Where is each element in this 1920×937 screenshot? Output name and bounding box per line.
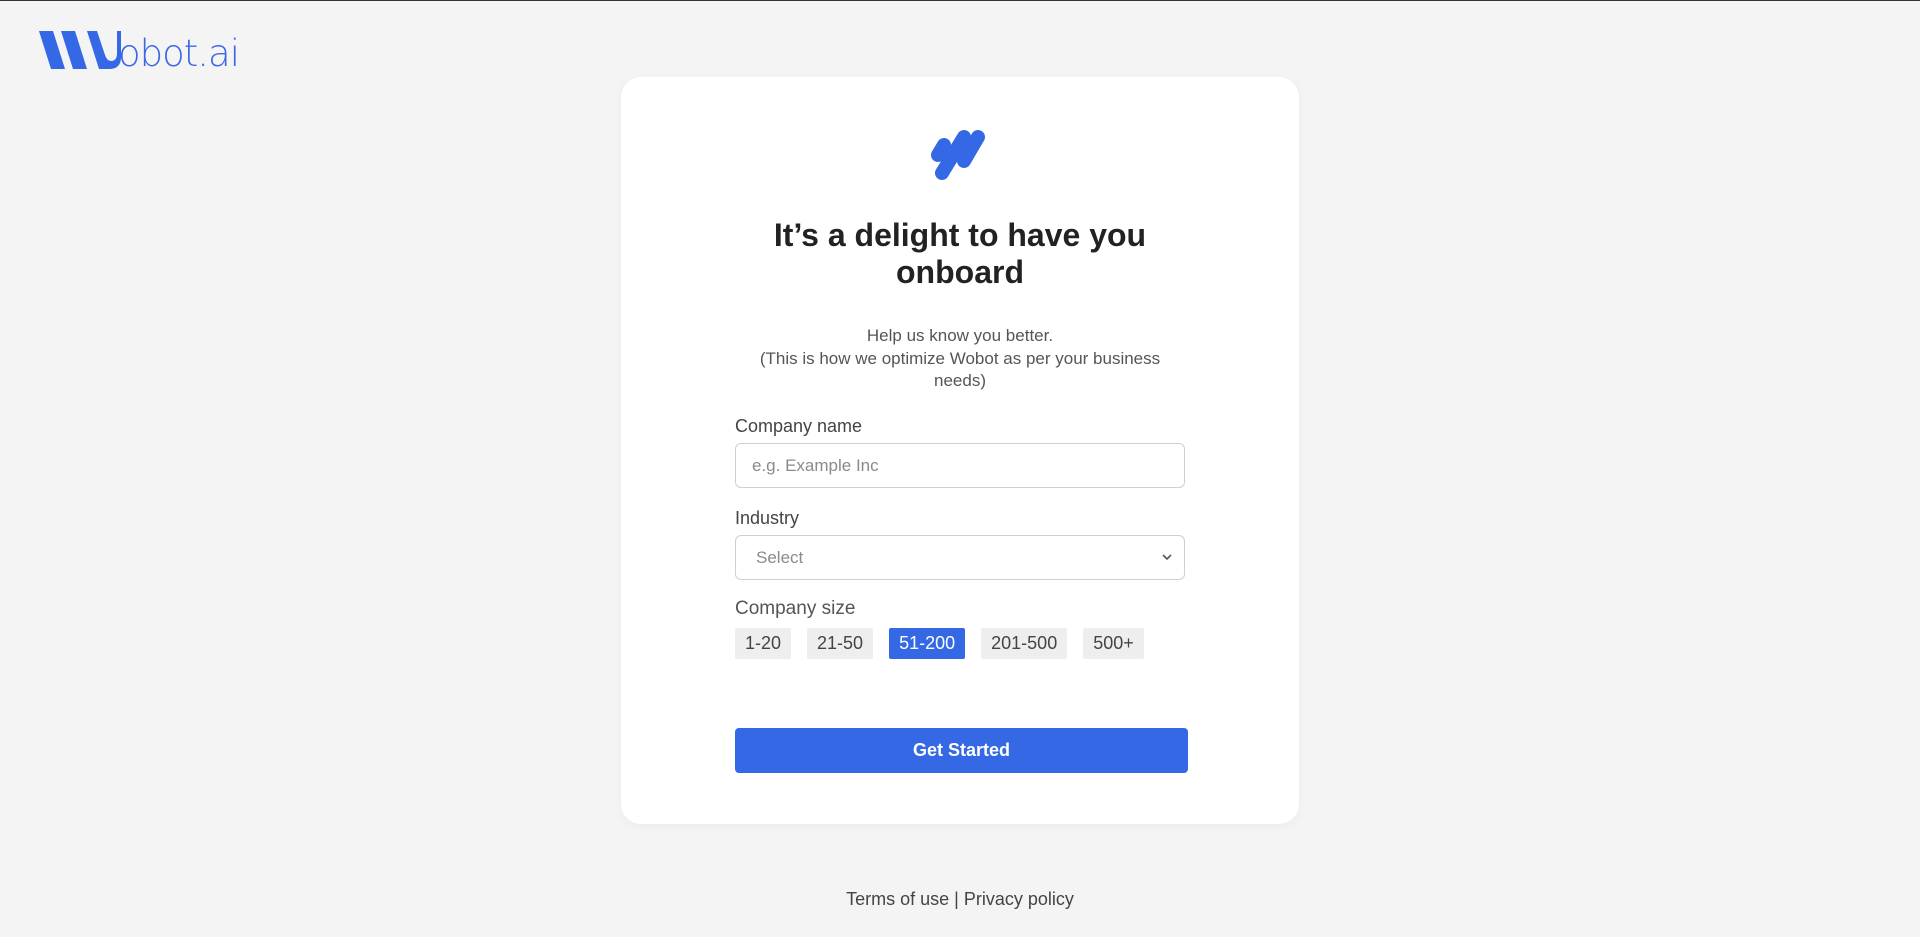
industry-select[interactable]: Select: [735, 535, 1185, 580]
company-size-option-500-plus[interactable]: 500+: [1083, 628, 1144, 659]
privacy-policy-link[interactable]: Privacy policy: [964, 889, 1074, 909]
company-size-option-1-20[interactable]: 1-20: [735, 628, 792, 659]
get-started-button[interactable]: Get Started: [735, 728, 1188, 773]
footer-separator: |: [954, 889, 959, 909]
company-size-option-201-500[interactable]: 201-500: [981, 628, 1068, 659]
company-size-options: 1-20 21-50 51-200 201-500 500+: [735, 628, 1144, 659]
onboarding-card: It’s a delight to have you onboard Help …: [621, 77, 1299, 824]
brand-text: obot.ai: [118, 32, 240, 75]
top-border: [0, 0, 1920, 1]
terms-of-use-link[interactable]: Terms of use: [846, 889, 949, 909]
wobot-mark-icon: [931, 130, 985, 180]
company-size-label: Company size: [735, 598, 856, 619]
page-title: It’s a delight to have you onboard: [773, 217, 1147, 290]
subtitle-line-1: Help us know you better.: [866, 326, 1054, 345]
company-name-input[interactable]: [735, 443, 1185, 488]
wobot-w-logo-icon: [39, 31, 121, 69]
page-subtitle: Help us know you better. (This is how we…: [741, 325, 1179, 393]
industry-select-value: Select: [756, 547, 804, 567]
chevron-down-icon: [1162, 554, 1172, 561]
company-size-option-21-50[interactable]: 21-50: [807, 628, 874, 659]
footer: Terms of use | Privacy policy: [0, 889, 1920, 910]
subtitle-line-2: (This is how we optimize Wobot as per yo…: [759, 348, 1161, 391]
company-size-option-51-200[interactable]: 51-200: [889, 628, 966, 659]
company-name-label: Company name: [735, 416, 863, 436]
brand-logo[interactable]: obot.ai: [39, 25, 240, 75]
industry-label: Industry: [735, 508, 800, 528]
